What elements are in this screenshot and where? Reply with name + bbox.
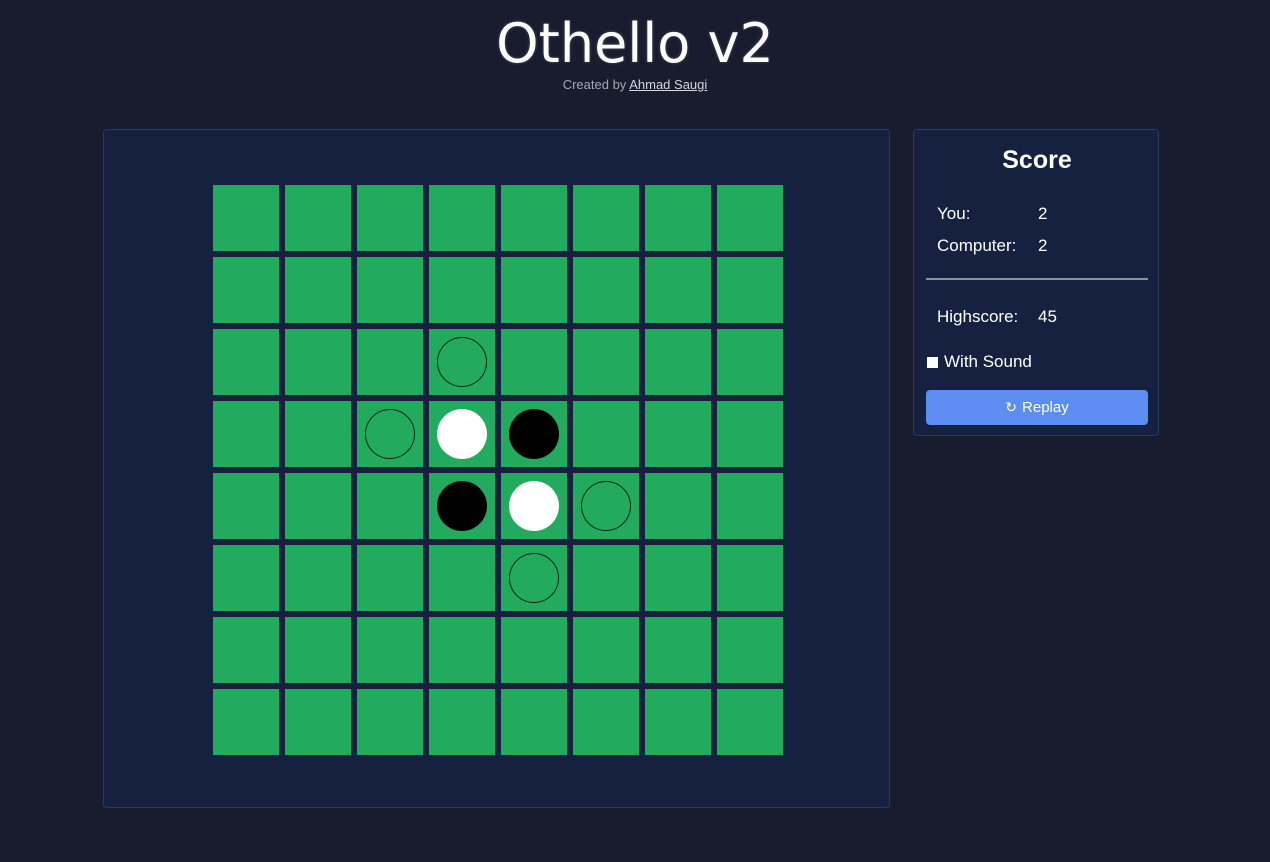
score-panel: Score You: 2 Computer: 2 Highscore: 45 W… (913, 129, 1159, 436)
board-cell-4-7[interactable] (717, 473, 783, 539)
you-score: 2 (1038, 204, 1048, 223)
sound-checkbox[interactable] (927, 356, 938, 368)
valid-move-hint[interactable] (509, 553, 559, 603)
board-cell-4-5[interactable] (573, 473, 639, 539)
valid-move-hint[interactable] (437, 337, 487, 387)
board-cell-2-3[interactable] (429, 329, 495, 395)
refresh-icon: ↻ (1005, 399, 1018, 415)
board-cell-6-1[interactable] (285, 617, 351, 683)
board-cell-3-1[interactable] (285, 401, 351, 467)
board-cell-6-3[interactable] (429, 617, 495, 683)
board-cell-5-6[interactable] (645, 545, 711, 611)
you-label: You: (937, 204, 971, 223)
board-cell-7-2[interactable] (357, 689, 423, 755)
valid-move-hint[interactable] (581, 481, 631, 531)
board-cell-4-3[interactable] (429, 473, 495, 539)
board-cell-5-5[interactable] (573, 545, 639, 611)
highscore-label: Highscore: (937, 307, 1019, 326)
board-cell-0-6[interactable] (645, 185, 711, 251)
board-cell-1-2[interactable] (357, 257, 423, 323)
black-disc (437, 481, 487, 531)
board-cell-1-4[interactable] (501, 257, 567, 323)
board-cell-7-5[interactable] (573, 689, 639, 755)
white-disc (509, 481, 559, 531)
board-cell-6-0[interactable] (213, 617, 279, 683)
board-cell-1-5[interactable] (573, 257, 639, 323)
valid-move-hint[interactable] (365, 409, 415, 459)
board-cell-0-3[interactable] (429, 185, 495, 251)
board-cell-1-1[interactable] (285, 257, 351, 323)
board-cell-5-4[interactable] (501, 545, 567, 611)
board-cell-3-7[interactable] (717, 401, 783, 467)
board-cell-4-2[interactable] (357, 473, 423, 539)
board-cell-2-4[interactable] (501, 329, 567, 395)
board-cell-6-6[interactable] (645, 617, 711, 683)
highscore-value: 45 (1038, 307, 1057, 326)
board-cell-5-0[interactable] (213, 545, 279, 611)
board-cell-7-6[interactable] (645, 689, 711, 755)
game-board (213, 185, 783, 755)
board-cell-2-1[interactable] (285, 329, 351, 395)
board-cell-6-4[interactable] (501, 617, 567, 683)
board-cell-6-5[interactable] (573, 617, 639, 683)
board-cell-1-0[interactable] (213, 257, 279, 323)
board-cell-0-4[interactable] (501, 185, 567, 251)
board-cell-2-7[interactable] (717, 329, 783, 395)
computer-label: Computer: (937, 236, 1017, 255)
board-cell-7-0[interactable] (213, 689, 279, 755)
board-cell-4-0[interactable] (213, 473, 279, 539)
replay-label: Replay (1022, 399, 1069, 416)
board-cell-1-7[interactable] (717, 257, 783, 323)
board-cell-5-7[interactable] (717, 545, 783, 611)
board-cell-2-5[interactable] (573, 329, 639, 395)
white-disc (437, 409, 487, 459)
board-cell-5-1[interactable] (285, 545, 351, 611)
board-cell-3-0[interactable] (213, 401, 279, 467)
board-cell-6-2[interactable] (357, 617, 423, 683)
score-title: Score (1002, 146, 1072, 174)
sound-label: With Sound (944, 352, 1032, 371)
board-cell-0-5[interactable] (573, 185, 639, 251)
author-link[interactable]: Ahmad Saugi (629, 77, 707, 92)
board-cell-0-1[interactable] (285, 185, 351, 251)
board-cell-4-1[interactable] (285, 473, 351, 539)
credit-prefix: Created by (562, 77, 627, 92)
board-cell-7-1[interactable] (285, 689, 351, 755)
board-cell-4-4[interactable] (501, 473, 567, 539)
credit-line: Created by Ahmad Saugi (0, 77, 1270, 93)
board-cell-3-5[interactable] (573, 401, 639, 467)
board-cell-3-4[interactable] (501, 401, 567, 467)
sound-toggle[interactable]: With Sound (927, 352, 1032, 372)
board-cell-0-0[interactable] (213, 185, 279, 251)
board-cell-3-3[interactable] (429, 401, 495, 467)
computer-score: 2 (1038, 236, 1048, 255)
board-cell-6-7[interactable] (717, 617, 783, 683)
black-disc (509, 409, 559, 459)
board-cell-1-3[interactable] (429, 257, 495, 323)
board-cell-4-6[interactable] (645, 473, 711, 539)
page-title: Othello v2 (496, 12, 774, 75)
board-cell-2-0[interactable] (213, 329, 279, 395)
divider (926, 278, 1148, 280)
board-cell-0-7[interactable] (717, 185, 783, 251)
board-cell-5-2[interactable] (357, 545, 423, 611)
board-cell-7-7[interactable] (717, 689, 783, 755)
board-cell-2-6[interactable] (645, 329, 711, 395)
board-cell-3-6[interactable] (645, 401, 711, 467)
board-cell-3-2[interactable] (357, 401, 423, 467)
board-cell-0-2[interactable] (357, 185, 423, 251)
board-cell-5-3[interactable] (429, 545, 495, 611)
board-cell-1-6[interactable] (645, 257, 711, 323)
replay-button[interactable]: ↻ Replay (926, 390, 1148, 425)
board-cell-7-4[interactable] (501, 689, 567, 755)
board-cell-2-2[interactable] (357, 329, 423, 395)
board-cell-7-3[interactable] (429, 689, 495, 755)
